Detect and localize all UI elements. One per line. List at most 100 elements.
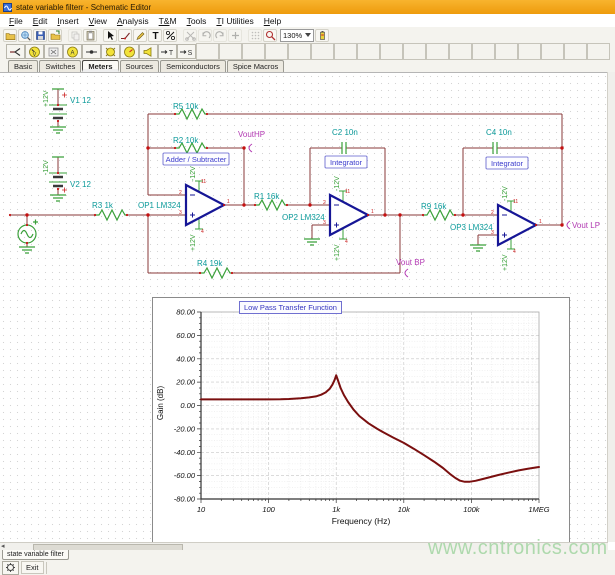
chart-object[interactable]: 80.0060.0040.0020.000.00-20.00-40.00-60.… [152,297,570,545]
menu-file[interactable]: File [4,16,28,26]
opamp-op2[interactable] [330,191,368,239]
menu-insert[interactable]: Insert [52,16,83,26]
cursor-icon [105,30,116,41]
export-button[interactable] [48,29,62,42]
tab-spice-macros[interactable]: Spice Macros [227,60,284,72]
interactive-mode-button[interactable] [315,29,329,42]
ammeter-icon: A [66,46,79,58]
add-button[interactable] [228,29,242,42]
open-file-button[interactable] [3,29,17,42]
tab-switches[interactable]: Switches [39,60,81,72]
tab-sources[interactable]: Sources [120,60,160,72]
web-search-icon [20,30,31,41]
capacitor-c4[interactable] [493,142,497,154]
web-search-button[interactable] [18,29,32,42]
menu-analysis[interactable]: Analysis [112,16,154,26]
menu-view[interactable]: View [84,16,112,26]
schematic-editor-canvas[interactable]: Adder / Subtracter Integrator Integrator… [0,72,608,543]
battery-v1[interactable] [49,105,67,118]
zoom-level-select[interactable]: 130% [280,29,314,42]
signal-source-vg1[interactable] [18,220,38,244]
interactive-mode-indicator[interactable] [2,561,19,575]
undo-button[interactable] [198,29,212,42]
text-icon: T [150,30,161,41]
gear-icon [5,562,16,573]
tab-basic[interactable]: Basic [8,60,38,72]
resistor-r1[interactable] [255,200,287,210]
open-folder-icon [5,30,16,41]
main-toolbar: T 130% [0,27,615,44]
menu-tools[interactable]: Tools [182,16,212,26]
svg-text:V: V [33,52,37,58]
redo-button[interactable] [213,29,227,42]
menu-tm[interactable]: T&M [154,16,182,26]
chart-x-axis-label: Frequency (Hz) [153,516,569,526]
paste-button[interactable] [83,29,97,42]
svg-text:100: 100 [262,505,275,514]
menu-ti-utilities[interactable]: TI Utilities [211,16,258,26]
resistor-r4[interactable] [200,268,232,278]
plus-icon [230,30,241,41]
voltmeter-button[interactable]: V [25,44,44,59]
copy-button[interactable] [68,29,82,42]
multimeter-button[interactable] [44,44,63,59]
ground-icon [470,245,486,251]
ground-icon [304,239,320,245]
svg-text:80.00: 80.00 [176,308,196,317]
opamp-op1[interactable] [186,181,224,229]
svg-text:11: 11 [513,199,518,205]
zoom-button[interactable] [263,29,277,42]
net-vouthp: VoutHP [238,130,265,139]
svg-text:11: 11 [201,179,206,185]
grid-toggle-button[interactable] [248,29,262,42]
svg-text:40.00: 40.00 [176,354,196,363]
draw-tool-button[interactable] [133,29,147,42]
node-icon [85,46,98,58]
speaker-button[interactable] [139,44,158,59]
tab-semiconductors[interactable]: Semiconductors [160,60,226,72]
resistor-r9[interactable] [423,210,455,220]
save-button[interactable] [33,29,47,42]
undo-icon [200,30,211,41]
svg-text:4: 4 [345,239,348,245]
symbol-tool-button[interactable] [163,29,177,42]
select-cursor-button[interactable] [103,29,117,42]
rail-neg-v2: -12V [43,160,50,175]
opamp-op3[interactable] [498,201,536,249]
sheet-tab[interactable]: state variable filter [2,550,69,560]
capacitor-c2[interactable] [342,142,346,154]
exit-button[interactable]: Exit [21,561,44,574]
menu-help[interactable]: Help [259,16,286,26]
svg-text:10: 10 [197,505,206,514]
label-r4: R4 19k [197,259,223,268]
menu-edit[interactable]: Edit [28,16,53,26]
ammeter-button[interactable]: A [63,44,82,59]
chart-y-axis-label: Gain (dB) [156,373,166,433]
svg-text:1: 1 [371,209,374,215]
transfer-time-button[interactable]: T [158,44,177,59]
transfer-spectrum-button[interactable]: S [177,44,196,59]
indicator-button[interactable] [120,44,139,59]
window-title: state variable filterr - Schematic Edito… [16,3,151,12]
text-tool-button[interactable]: T [148,29,162,42]
node-button[interactable] [82,44,101,59]
svg-text:1MEG: 1MEG [528,505,549,514]
tab-meters[interactable]: Meters [82,60,118,72]
battery-v2[interactable] [49,173,67,186]
svg-text:3: 3 [323,220,326,226]
vertical-scrollbar[interactable] [607,72,615,542]
cut-button[interactable] [183,29,197,42]
rail-pos-v1: +12V [43,90,50,107]
scissors-icon [185,30,196,41]
wire-tool-button[interactable] [118,29,132,42]
resistor-r3[interactable] [95,210,127,220]
battery-icon [317,30,328,41]
signal-lamp-button[interactable] [101,44,120,59]
label-v2: V2 12 [70,180,91,189]
svg-text:-40.00: -40.00 [174,448,196,457]
voltage-probe-button[interactable] [6,44,25,59]
schematic-drawing[interactable]: Adder / Subtracter Integrator Integrator… [0,73,608,309]
ground-icon [50,195,66,201]
svg-text:T: T [152,31,158,41]
menu-bar: File Edit Insert View Analysis T&M Tools… [0,14,615,28]
